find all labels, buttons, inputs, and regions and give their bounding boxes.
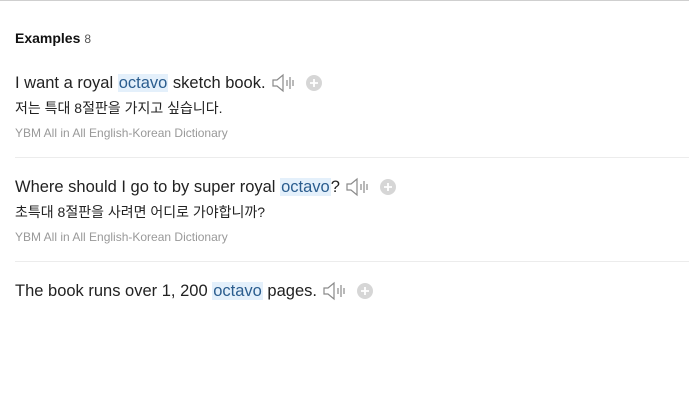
speaker-icon[interactable]	[271, 73, 298, 93]
sentence-text: pages.	[262, 281, 317, 300]
plus-icon	[309, 79, 318, 87]
examples-count: 8	[84, 32, 92, 46]
example-translation: 저는 특대 8절판을 가지고 싶습니다.	[15, 100, 223, 116]
example-source[interactable]: YBM All in All English-Korean Dictionary	[15, 230, 689, 244]
speaker-icon[interactable]	[323, 281, 349, 301]
sentence-text: ?	[330, 177, 340, 196]
sentence-text: I want a royal	[15, 73, 118, 92]
plus-icon	[360, 287, 369, 295]
add-to-wordbook-button[interactable]	[305, 75, 322, 91]
add-to-wordbook-button[interactable]	[379, 179, 396, 195]
sentence-text: Where should I go to by super royal	[15, 177, 281, 196]
example-item: I want a royal octavo sketch book. 저는 특대…	[15, 72, 689, 140]
divider	[15, 261, 689, 262]
example-item: The book runs over 1, 200 octavo pages.	[15, 280, 689, 302]
divider	[15, 157, 689, 158]
example-sentence: Where should I go to by super royal octa…	[15, 177, 340, 197]
example-item: Where should I go to by super royal octa…	[15, 176, 689, 244]
highlighted-keyword[interactable]: octavo	[280, 177, 331, 196]
plus-icon	[383, 183, 392, 191]
highlighted-keyword[interactable]: octavo	[117, 73, 169, 92]
top-border	[0, 0, 689, 1]
highlighted-keyword[interactable]: octavo	[212, 281, 263, 300]
sentence-text: The book runs over 1, 200	[15, 281, 213, 300]
speaker-icon[interactable]	[346, 177, 372, 197]
examples-header: Examples 8	[15, 30, 91, 46]
sentence-text: sketch book.	[168, 73, 266, 92]
example-sentence: The book runs over 1, 200 octavo pages.	[15, 281, 317, 301]
example-sentence: I want a royal octavo sketch book.	[15, 73, 266, 93]
example-source[interactable]: YBM All in All English-Korean Dictionary	[15, 126, 689, 140]
example-translation: 초특대 8절판을 사려면 어디로 가야합니까?	[15, 204, 266, 220]
add-to-wordbook-button[interactable]	[356, 283, 373, 299]
section-title: Examples	[15, 30, 81, 46]
